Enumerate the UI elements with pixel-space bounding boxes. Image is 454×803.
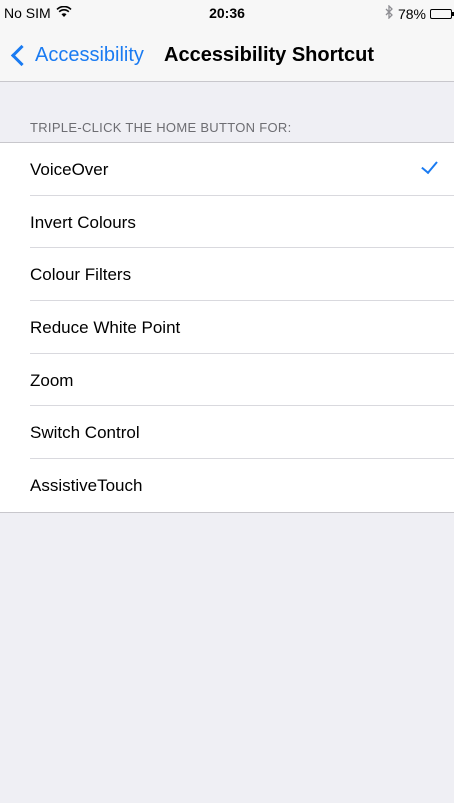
option-row-voiceover[interactable]: VoiceOver (0, 143, 454, 196)
options-list: VoiceOver Invert Colours Colour Filters Red… (0, 142, 454, 513)
navigation-bar: Accessibility Accessibility Shortcut (0, 26, 454, 82)
battery-icon (430, 8, 454, 19)
back-label: Accessibility (35, 44, 144, 66)
option-label: Invert Colours (30, 212, 136, 232)
status-right: 78% (384, 4, 454, 22)
bluetooth-icon (384, 4, 394, 22)
option-row-assistivetouch[interactable]: AssistiveTouch (0, 459, 454, 512)
back-button[interactable]: Accessibility (8, 44, 144, 67)
option-label: Reduce White Point (30, 318, 181, 338)
option-row-colour-filters[interactable]: Colour Filters (0, 248, 454, 302)
option-row-zoom[interactable]: Zoom (0, 354, 454, 407)
option-row-invert-colours[interactable]: Invert Colours (0, 196, 454, 249)
option-label: Switch Control (30, 423, 140, 443)
option-label: Zoom (30, 370, 74, 390)
section-header: TRIPLE-CLICK THE HOME BUTTON FOR: (30, 120, 292, 135)
chevron-left-icon (10, 44, 33, 67)
page-title: Accessibility Shortcut (164, 44, 375, 66)
option-row-switch-control[interactable]: Switch Control (0, 406, 454, 460)
option-row-reduce-white-point[interactable]: Reduce White Point (0, 301, 454, 354)
option-label: Colour Filters (30, 265, 132, 285)
battery-percent: 78% (397, 5, 426, 22)
checkmark-icon (421, 156, 438, 175)
status-bar: No SIM 20:36 78% (0, 0, 454, 26)
option-label: VoiceOver (30, 160, 109, 179)
option-label: AssistiveTouch (30, 476, 143, 496)
